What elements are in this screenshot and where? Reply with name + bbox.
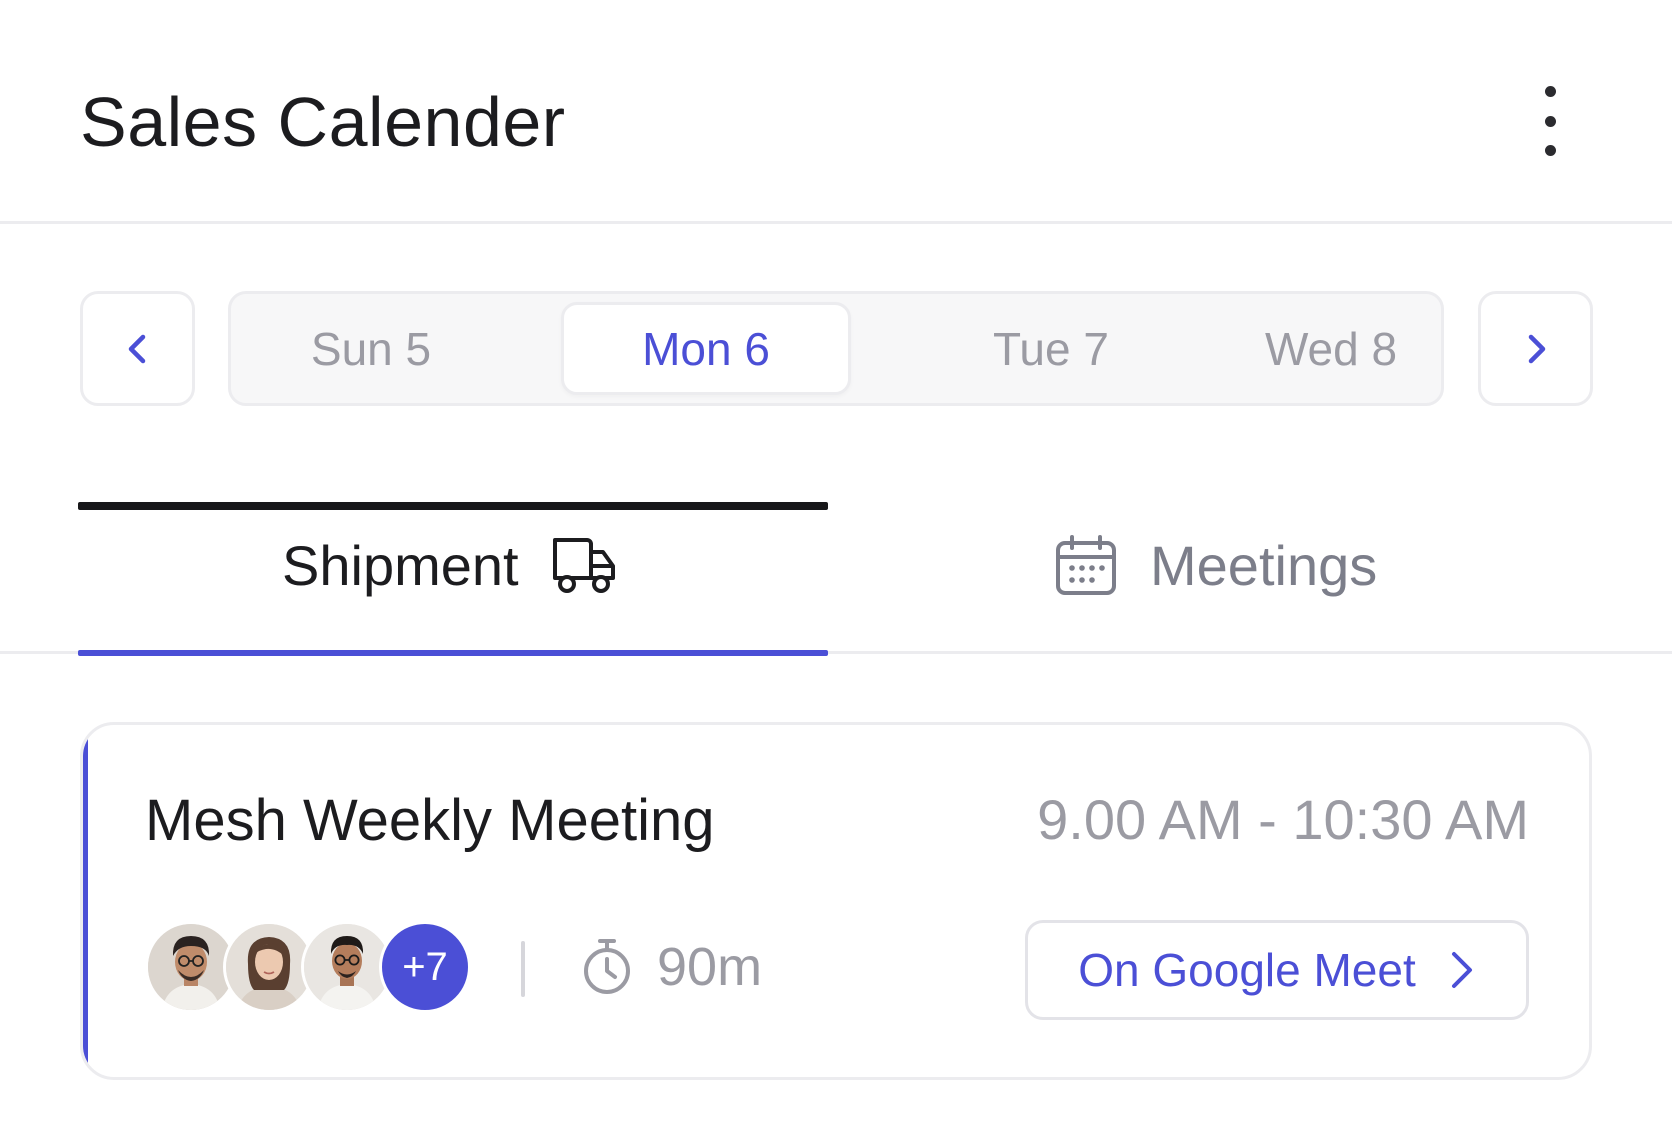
next-day-button[interactable] — [1478, 291, 1593, 406]
kebab-menu-icon-dot — [1544, 115, 1556, 127]
duration-label: 90m — [657, 937, 763, 997]
chevron-left-icon — [128, 334, 145, 363]
more-options-button[interactable] — [1520, 82, 1580, 160]
tab-label: Meetings — [1150, 533, 1378, 597]
truck-icon — [552, 538, 615, 593]
day-option[interactable]: Tue 7 — [951, 294, 1151, 403]
google-meet-button[interactable]: On Google Meet — [1025, 920, 1529, 1020]
day-selector: Sun 5 Mon 6 Tue 7 Wed 8 — [228, 291, 1444, 406]
day-option[interactable]: Wed 8 — [1231, 294, 1431, 403]
kebab-menu-icon-dot — [1544, 86, 1556, 97]
sales-calendar-widget: Sales Calender Sun 5 Mon 6 Tue 7 Wed 8 S… — [0, 0, 1672, 1135]
tab-active-indicator-top — [78, 502, 828, 510]
previous-day-button[interactable] — [80, 291, 195, 406]
meeting-title: Mesh Weekly Meeting — [145, 788, 715, 853]
more-attendees-badge[interactable]: +7 — [379, 921, 471, 1013]
chevron-right-icon — [1451, 952, 1472, 988]
stopwatch-icon — [584, 939, 630, 994]
day-option-selected[interactable]: Mon 6 — [561, 302, 851, 395]
tab-shipment[interactable]: Shipment — [282, 525, 617, 605]
page-title: Sales Calender — [80, 83, 566, 161]
calendar-icon — [1056, 535, 1116, 595]
meeting-card[interactable]: Mesh Weekly Meeting 9.00 AM - 10:30 AM +… — [80, 722, 1592, 1080]
tab-meetings[interactable]: Meetings — [1054, 525, 1377, 605]
card-accent-bar — [83, 725, 88, 1077]
meeting-duration: 90m — [579, 925, 762, 1009]
divider — [521, 941, 525, 997]
kebab-menu-icon-dot — [1544, 145, 1556, 156]
meeting-time: 9.00 AM - 10:30 AM — [1037, 788, 1529, 851]
day-option[interactable]: Sun 5 — [271, 294, 471, 403]
chevron-right-icon — [1528, 334, 1545, 363]
attendee-avatars[interactable]: +7 — [145, 921, 475, 1013]
header: Sales Calender — [0, 0, 1672, 224]
tab-active-underline — [78, 650, 828, 656]
google-meet-label: On Google Meet — [1078, 944, 1416, 996]
tab-label: Shipment — [282, 533, 519, 597]
